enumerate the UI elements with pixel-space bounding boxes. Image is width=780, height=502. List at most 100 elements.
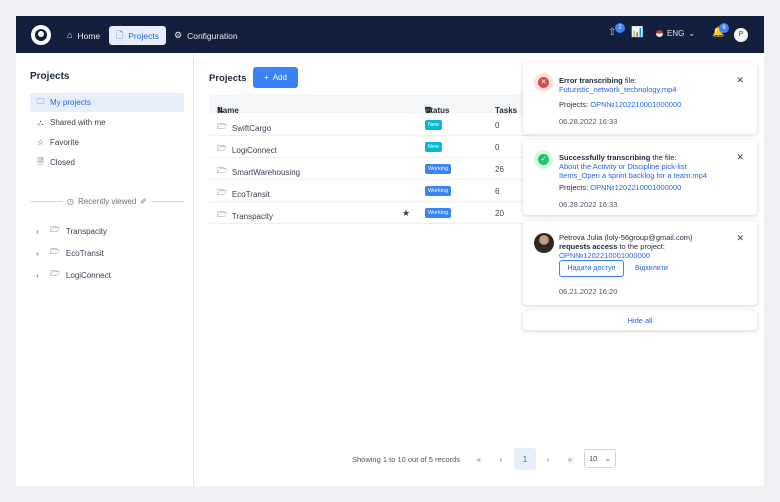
task-count: 20 [495, 209, 504, 218]
table-row[interactable]: 🗁 LogiConnect New 0 [209, 136, 529, 158]
project-name: SwiftCargo [231, 123, 272, 133]
project-name: Transpacity [231, 211, 273, 221]
sidebar-item-my-projects[interactable]: 🗀 My projects [30, 93, 184, 112]
notification-success: ✓ ✕ Successfully transcribing the file: … [523, 140, 757, 215]
tree-item-logiconnect[interactable]: › 🗁 LogiConnect [36, 268, 111, 282]
chart-icon[interactable]: 📊 [631, 28, 643, 38]
favorite-star-icon[interactable]: ★ [402, 208, 410, 219]
sidebar-item-closed[interactable]: 🗎 Closed [30, 153, 184, 172]
nav-configuration[interactable]: ⚙ Configuration [167, 26, 245, 45]
user-avatar[interactable]: P [734, 28, 748, 42]
sidebar-item-label: Favorite [50, 138, 79, 147]
notification-error: ✕ ✕ Error transcribing file: Futuristic_… [523, 63, 757, 134]
page-size-select[interactable]: 10 ⌄ [584, 449, 616, 468]
task-count: 0 [495, 143, 500, 152]
reject-button[interactable]: Відхилити [635, 265, 668, 272]
status-badge: Working [425, 208, 452, 218]
tree-item-label: Transpacity [65, 226, 107, 236]
project-name: SmartWarehousing [231, 167, 301, 177]
tree-item-ecotransit[interactable]: › 🗁 EcoTransit [36, 246, 104, 260]
plus-icon: + [264, 73, 269, 82]
folder-icon: 🗁 [50, 269, 60, 278]
notification-access-request: ✕ Petrova Julia (loly-56group@gmail.com)… [523, 221, 757, 305]
project-link[interactable]: OPN№1202210001000000 [559, 251, 650, 260]
nav-projects-label: Projects [128, 30, 159, 41]
chevron-right-icon[interactable]: › [36, 227, 44, 236]
project-name: LogiConnect [231, 145, 277, 155]
hide-all-button[interactable]: Hide all [523, 311, 757, 330]
add-project-button[interactable]: + Add [253, 67, 298, 88]
project-name: EcoTransit [231, 189, 270, 199]
table-row[interactable]: 🗁 Transpacity ★ Working 20 [209, 202, 529, 224]
document-icon: 🗋 [116, 30, 124, 40]
tree-item-label: EcoTransit [65, 248, 104, 258]
grant-access-button[interactable]: Надати доступ [559, 260, 624, 277]
file-link[interactable]: About the Activity or Discipline pick-li… [559, 162, 687, 171]
chevron-right-icon[interactable]: › [36, 249, 44, 258]
nav-home[interactable]: ⌂ Home [60, 26, 107, 45]
file-link[interactable]: Items_Open a sprint backlog for a team.m… [559, 171, 707, 180]
gear-icon: ⚙ [174, 30, 183, 40]
requester-avatar [534, 233, 554, 253]
table-header: Name ⇅ Status ⇅ ⛉ Tasks [209, 94, 529, 115]
notification-date: 06.28.2022 16:33 [559, 117, 618, 126]
folder-icon: 🗁 [50, 225, 60, 234]
flag-icon [656, 30, 663, 37]
recently-viewed-label: Recently viewed [78, 197, 137, 206]
requester-name: Petrova Julia (loly-56group@gmail.com) [559, 233, 693, 242]
close-icon[interactable]: ✕ [736, 152, 744, 163]
closed-doc-icon: 🗎 [37, 156, 44, 166]
nav-projects[interactable]: 🗋 Projects [109, 26, 166, 45]
folder-icon: 🗁 [50, 247, 60, 256]
close-icon[interactable]: ✕ [736, 233, 744, 244]
app-window: ⌂ Home 🗋 Projects ⚙ Configuration ⇧ 2 📊 … [16, 16, 764, 486]
sidebar-item-label: Closed [50, 158, 75, 167]
current-page-button[interactable]: 1 [514, 448, 536, 470]
chevron-right-icon[interactable]: › [36, 271, 44, 280]
sidebar-item-favorite[interactable]: ☆ Favorite [30, 133, 184, 152]
first-page-button[interactable]: « [472, 449, 486, 469]
page-size-value: 10 [589, 454, 598, 463]
status-badge: New [425, 142, 443, 152]
logo-icon[interactable] [31, 25, 51, 45]
chevron-down-icon: ⌄ [604, 454, 611, 463]
last-page-button[interactable]: » [563, 449, 577, 469]
pin-icon: ✐ [140, 197, 147, 206]
file-link[interactable]: Futuristic_network_technology.mp4 [559, 85, 676, 94]
table-row[interactable]: 🗁 SwiftCargo New 0 [209, 114, 529, 136]
sidebar-item-shared[interactable]: ⛬ Shared with me [30, 113, 184, 132]
upload-count-badge: 2 [615, 23, 625, 33]
table-row[interactable]: 🗁 EcoTransit Working 6 [209, 180, 529, 202]
sidebar-item-label: My projects [50, 98, 91, 107]
sidebar-item-label: Shared with me [50, 118, 106, 127]
project-link[interactable]: OPN№1202210001000000 [590, 183, 681, 192]
tree-item-label: LogiConnect [65, 270, 111, 280]
folder-icon: 🗀 [36, 96, 45, 106]
shared-icon: ⛬ [37, 117, 44, 127]
notification-date: 06.28.2022 16:33 [559, 200, 618, 209]
folder-icon: 🗁 [217, 210, 227, 219]
notification-title: Successfully transcribing [559, 153, 651, 162]
sidebar-title: Projects [30, 71, 70, 82]
status-badge: Working [425, 186, 452, 196]
pagination-summary: Showing 1 to 10 out of 5 records [352, 455, 460, 464]
nav-home-label: Home [77, 30, 101, 41]
error-icon: ✕ [534, 73, 553, 92]
recently-viewed-divider: ◷ Recently viewed ✐ [30, 197, 184, 206]
add-button-label: Add [272, 73, 287, 82]
notification-title: Error transcribing [559, 76, 623, 85]
chevron-down-icon: ⌄ [688, 29, 696, 38]
page-title: Projects [209, 73, 247, 84]
folder-icon: 🗁 [217, 122, 227, 131]
prev-page-button[interactable]: ‹ [494, 449, 508, 469]
table-row[interactable]: 🗁 SmartWarehousing Working 26 [209, 158, 529, 180]
language-selector[interactable]: ENG ⌄ [656, 29, 695, 38]
folder-icon: 🗁 [217, 144, 227, 153]
project-link[interactable]: OPN№1202210001000000 [590, 100, 681, 109]
success-icon: ✓ [534, 150, 553, 169]
next-page-button[interactable]: › [541, 449, 555, 469]
tree-item-transpacity[interactable]: › 🗁 Transpacity [36, 224, 107, 238]
status-badge: New [425, 120, 443, 130]
close-icon[interactable]: ✕ [736, 75, 744, 86]
folder-icon: 🗁 [217, 166, 227, 175]
